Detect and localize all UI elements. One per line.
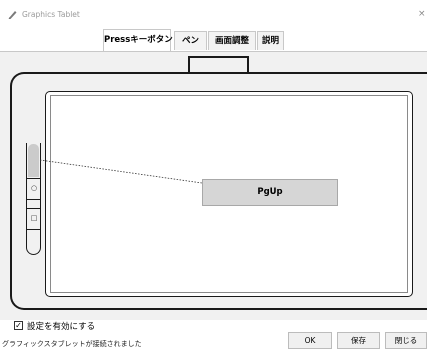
tab-screen-calibration[interactable]: 画面調整 bbox=[208, 31, 256, 50]
pen-tool-icon bbox=[8, 11, 17, 19]
tab-pen[interactable]: ペン bbox=[174, 31, 207, 50]
touch-slider[interactable] bbox=[28, 144, 39, 177]
ok-button[interactable]: OK bbox=[288, 332, 332, 349]
tab-strip: Pressキーボタン ペン 画面調整 説明 bbox=[0, 28, 427, 52]
square-button-icon: □ bbox=[30, 214, 38, 222]
save-button[interactable]: 保存 bbox=[337, 332, 380, 349]
window-title: Graphics Tablet bbox=[22, 10, 80, 19]
tab-press-key-buttons[interactable]: Pressキーボタン bbox=[103, 29, 173, 51]
enable-settings-checkbox[interactable]: ✓ bbox=[14, 321, 23, 330]
close-icon[interactable]: × bbox=[418, 8, 427, 20]
tablet-top-tab bbox=[188, 56, 249, 74]
enable-settings-row[interactable]: ✓ 設定を有効にする bbox=[14, 319, 95, 332]
enable-settings-label: 設定を有効にする bbox=[27, 321, 96, 332]
title-bar: Graphics Tablet × bbox=[0, 0, 427, 28]
close-button[interactable]: 閉じる bbox=[385, 332, 427, 349]
mapped-key-box[interactable]: PgUp bbox=[202, 179, 338, 206]
circle-button-icon: ○ bbox=[30, 184, 38, 192]
tab-description[interactable]: 説明 bbox=[257, 31, 284, 50]
status-message: グラフィックスタブレットが接続されました bbox=[2, 340, 142, 348]
